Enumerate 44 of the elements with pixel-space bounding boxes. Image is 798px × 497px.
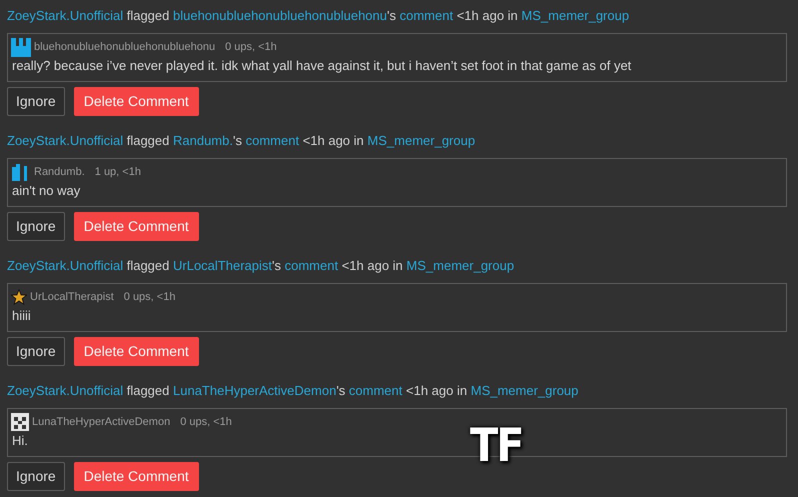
- flag-notice: ZoeyStark.Unofficial flagged UrLocalTherapist's comment <1h ago in MS_memer_group: [7, 257, 516, 275]
- ignore-button[interactable]: Ignore: [7, 462, 65, 491]
- delete-button[interactable]: Delete Comment: [74, 212, 199, 241]
- user-link[interactable]: ZoeyStark.Unofficial: [7, 133, 124, 148]
- comment-text: ain't no way: [12, 182, 80, 200]
- comment-author[interactable]: UrLocalTherapist: [30, 288, 114, 306]
- comment-author[interactable]: LunaTheHyperActiveDemon: [32, 414, 170, 430]
- user-link[interactable]: UrLocalTherapist: [173, 258, 272, 273]
- comment-link[interactable]: comment: [348, 383, 402, 398]
- delete-button[interactable]: Delete Comment: [74, 87, 199, 116]
- comment-text: really? because i’ve never played it. idk what yall have against it, but i haven’t set foot in that game as of yet: [12, 57, 632, 75]
- comment-text: hiiii: [12, 307, 31, 325]
- avatar-icon: [11, 37, 31, 57]
- group-link[interactable]: MS_memer_group: [406, 258, 514, 273]
- avatar-icon: [11, 413, 29, 431]
- meme-caption: TF: [470, 420, 523, 470]
- group-link[interactable]: MS_memer_group: [521, 8, 630, 23]
- ignore-button[interactable]: Ignore: [7, 337, 65, 366]
- flag-notice: ZoeyStark.Unofficial flagged LunaTheHyperActiveDemon's comment <1h ago in MS_memer_group: [7, 382, 580, 400]
- comment-link[interactable]: comment: [246, 133, 300, 148]
- comment-author[interactable]: bluehonubluehonubluehonubluehonu: [34, 38, 216, 56]
- user-link[interactable]: Randumb.: [173, 133, 233, 148]
- comment-text: Hi.: [12, 432, 28, 450]
- group-link[interactable]: MS_memer_group: [470, 383, 578, 398]
- comment-meta: 0 ups, <1h: [225, 40, 277, 55]
- user-link[interactable]: bluehonubluehonubluehonubluehonu: [173, 8, 387, 23]
- flag-notice: ZoeyStark.Unofficial flagged Randumb.'s comment <1h ago in MS_memer_group: [7, 132, 476, 150]
- flag-notice: ZoeyStark.Unofficial flagged bluehonubluehonubluehonubluehonu's comment <1h ago in MS_memer_group: [7, 7, 630, 25]
- delete-button[interactable]: Delete Comment: [74, 337, 199, 366]
- comment-link[interactable]: comment: [284, 258, 338, 273]
- delete-button[interactable]: Delete Comment: [74, 462, 199, 491]
- comment-meta: 0 ups, <1h: [124, 290, 176, 305]
- comment-link[interactable]: comment: [400, 8, 454, 23]
- ignore-button[interactable]: Ignore: [7, 212, 65, 241]
- comment-meta: 1 up, <1h: [94, 164, 141, 180]
- group-link[interactable]: MS_memer_group: [367, 133, 476, 148]
- star-icon: [11, 289, 27, 305]
- user-link[interactable]: LunaTheHyperActiveDemon: [173, 383, 336, 398]
- user-link[interactable]: ZoeyStark.Unofficial: [7, 383, 124, 398]
- user-link[interactable]: ZoeyStark.Unofficial: [7, 8, 124, 23]
- comment-author[interactable]: Randumb.: [34, 164, 85, 180]
- user-link[interactable]: ZoeyStark.Unofficial: [7, 258, 124, 273]
- comment-meta: 0 ups, <1h: [180, 414, 232, 430]
- ignore-button[interactable]: Ignore: [7, 87, 65, 116]
